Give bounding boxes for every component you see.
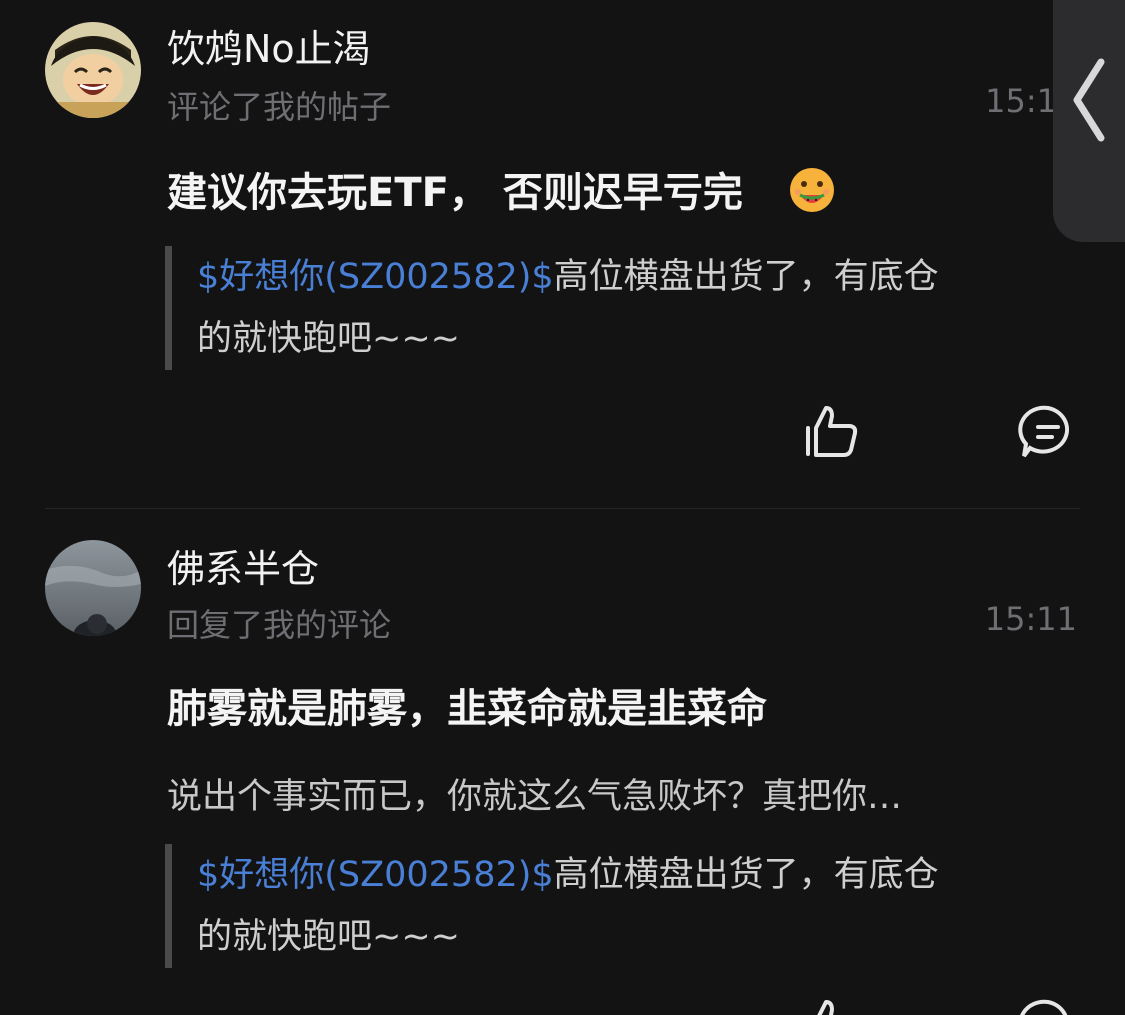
notifications-page: 饮鸩No止渴 评论了我的帖子 15:1 建议你去玩ETF， 否则迟早亏完 $好想… <box>0 0 1125 1015</box>
avatar[interactable] <box>45 540 141 636</box>
stock-link[interactable]: $好想你(SZ002582)$ <box>197 855 554 895</box>
comment-title: 建议你去玩ETF， 否则迟早亏完 <box>167 160 837 225</box>
chevron-left-icon[interactable] <box>1071 58 1107 146</box>
comment-card[interactable]: 佛系半仓 回复了我的评论 15:11 肺雾就是肺雾，韭菜命就是韭菜命 说出个事实… <box>0 510 1125 1015</box>
quoted-post[interactable]: $好想你(SZ002582)$高位横盘出货了，有底仓 的就快跑吧~~~ <box>165 844 1097 968</box>
quote-text-line-2: 的就快跑吧~~~ <box>197 917 460 957</box>
comment-title: 肺雾就是肺雾，韭菜命就是韭菜命 <box>167 686 767 732</box>
comment-bubble-icon[interactable] <box>1016 400 1080 464</box>
comment-title-text: 建议你去玩ETF， 否则迟早亏完 <box>167 170 743 216</box>
timestamp: 15:11 <box>984 600 1077 638</box>
avatar[interactable] <box>45 22 141 118</box>
divider <box>45 508 1080 509</box>
username[interactable]: 饮鸩No止渴 <box>167 18 371 73</box>
comment-card[interactable]: 饮鸩No止渴 评论了我的帖子 15:1 建议你去玩ETF， 否则迟早亏完 $好想… <box>0 0 1125 508</box>
reply-text: 说出个事实而已，你就这么气急败坏？真把你… <box>167 777 903 817</box>
quoted-post[interactable]: $好想你(SZ002582)$高位横盘出货了，有底仓 的就快跑吧~~~ <box>165 246 1097 370</box>
username[interactable]: 佛系半仓 <box>167 538 319 593</box>
thumbs-up-icon[interactable] <box>800 400 864 464</box>
quote-text-line-2: 的就快跑吧~~~ <box>197 319 460 359</box>
comment-bubble-icon[interactable] <box>1016 994 1080 1015</box>
stock-link[interactable]: $好想你(SZ002582)$ <box>197 257 554 297</box>
watermelon-face-emoji-icon <box>787 165 837 225</box>
thumbs-up-icon[interactable] <box>800 994 864 1015</box>
quote-text: 高位横盘出货了，有底仓 <box>553 855 939 895</box>
action-text: 回复了我的评论 <box>167 606 392 644</box>
back-tab[interactable] <box>1053 0 1125 242</box>
timestamp: 15:1 <box>985 82 1057 120</box>
action-text: 评论了我的帖子 <box>167 88 392 126</box>
quote-text: 高位横盘出货了，有底仓 <box>553 257 939 297</box>
